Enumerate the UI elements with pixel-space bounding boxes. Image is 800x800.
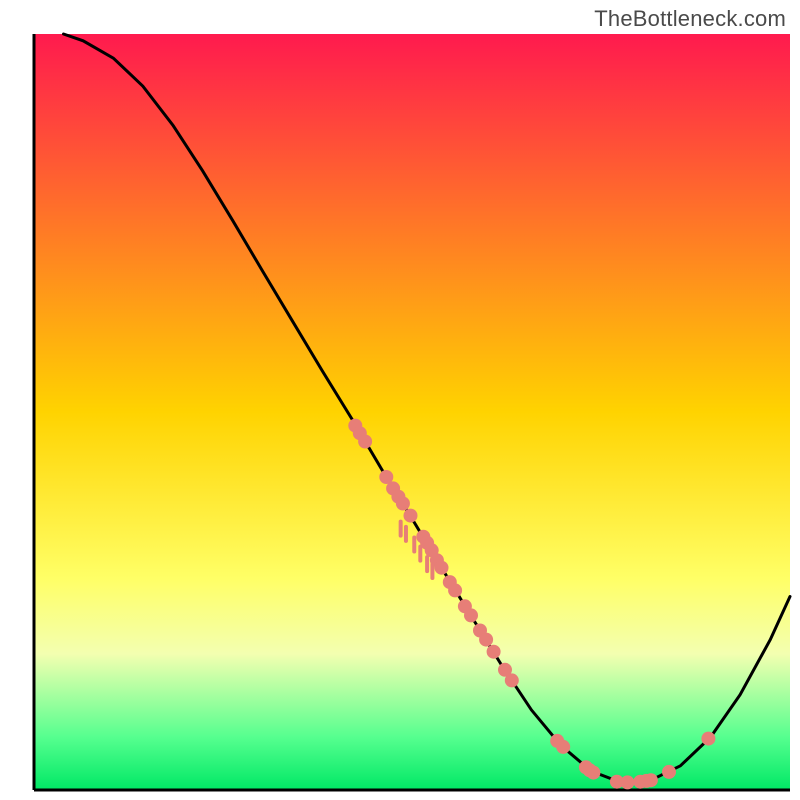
data-point	[505, 673, 519, 687]
watermark-text: TheBottleneck.com	[594, 6, 786, 32]
data-point	[644, 773, 658, 787]
data-point	[621, 775, 635, 789]
data-point	[404, 509, 418, 523]
data-point	[396, 497, 410, 511]
data-point	[556, 740, 570, 754]
data-point	[358, 435, 372, 449]
chart-container: TheBottleneck.com	[0, 0, 800, 800]
data-point	[464, 608, 478, 622]
data-point	[662, 765, 676, 779]
bottleneck-chart	[0, 0, 800, 800]
data-point	[701, 732, 715, 746]
data-point	[479, 633, 493, 647]
gradient-background	[34, 34, 790, 790]
data-point	[435, 561, 449, 575]
data-point	[487, 645, 501, 659]
data-point	[586, 766, 600, 780]
data-point	[448, 583, 462, 597]
